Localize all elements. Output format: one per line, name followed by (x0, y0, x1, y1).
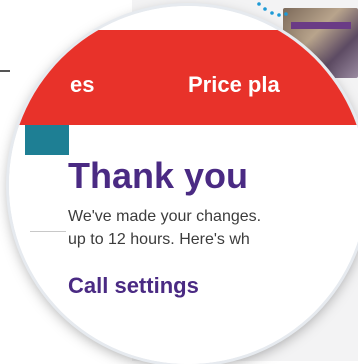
nav-item-price-plans[interactable]: Price pla (188, 72, 280, 98)
divider (30, 231, 66, 232)
nav-item-partial[interactable]: es (70, 72, 94, 98)
call-settings-link[interactable]: Call settings (68, 273, 199, 299)
page-title: Thank you (68, 155, 249, 196)
accent-block (25, 125, 69, 155)
confirmation-message-line1: We've made your changes. (68, 208, 262, 225)
confirmation-message-line2: up to 12 hours. Here's wh (68, 231, 250, 248)
magnifier-lens: es Price pla Thank you We've made your c… (9, 6, 358, 364)
top-navigation: es Price pla (9, 30, 358, 125)
